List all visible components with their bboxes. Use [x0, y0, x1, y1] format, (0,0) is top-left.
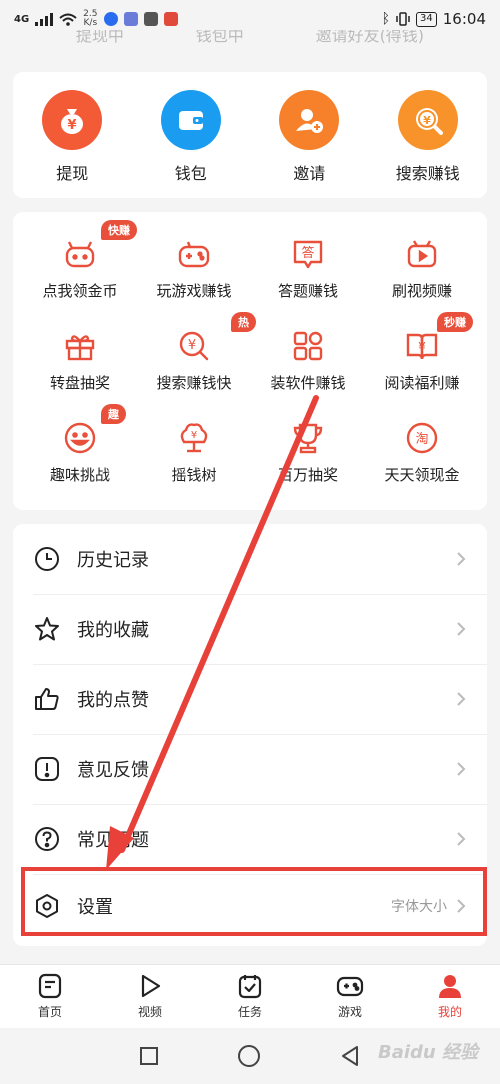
svg-text:¥: ¥	[188, 338, 196, 353]
wallet-icon	[160, 90, 221, 150]
svg-text:答: 答	[301, 245, 314, 261]
grid-item-reading-rewards[interactable]: ¥ 阅读福利赚 秒赚	[363, 304, 481, 392]
bottom-navigation: 首页 视频 任务 游戏 我的	[0, 964, 500, 1028]
app-notification-icon	[143, 12, 158, 26]
money-tree-icon: ¥	[176, 420, 212, 456]
feedback-icon	[33, 755, 61, 783]
video-icon	[404, 236, 440, 272]
watermark: Baidu 经验	[377, 1042, 478, 1063]
thumbs-up-icon	[33, 685, 61, 713]
gift-icon	[62, 328, 98, 364]
vibrate-icon	[396, 12, 410, 26]
trophy-icon	[290, 420, 326, 456]
app-notification-icon	[123, 12, 138, 26]
grid-item-quiz[interactable]: 答 答题赚钱	[249, 212, 367, 300]
svg-text:¥: ¥	[418, 340, 426, 354]
clock-icon	[33, 545, 61, 573]
user-icon	[439, 975, 461, 998]
quick-action-withdraw[interactable]: ¥ 提现	[17, 90, 127, 198]
badge-fun: 趣	[101, 404, 126, 424]
home-doc-icon	[38, 973, 62, 999]
grid-item-search-earn-fast[interactable]: ¥ 搜索赚钱快 热	[135, 304, 256, 392]
grid-item-watch-videos[interactable]: 刷视频赚	[363, 212, 481, 300]
gamepad-icon	[176, 236, 212, 272]
quick-actions-card: ¥ 提现 钱包 邀请 ¥ 搜索赚钱	[13, 72, 487, 198]
badge-instant-earn: 秒赚	[437, 312, 473, 332]
wifi-icon	[59, 13, 77, 26]
annotation-highlight-box	[21, 867, 487, 936]
menu-item-favorites[interactable]: 我的收藏	[13, 594, 487, 664]
svg-text:淘: 淘	[415, 432, 428, 447]
chevron-right-icon	[457, 692, 466, 706]
star-icon	[33, 615, 61, 643]
chevron-right-icon	[457, 552, 466, 566]
signal-indicator: 4G	[14, 13, 30, 25]
home-circle-icon[interactable]	[237, 1044, 261, 1068]
chevron-right-icon	[457, 762, 466, 776]
taobao-icon: 淘	[404, 420, 440, 456]
network-speed: 2.5 K/s	[83, 9, 98, 28]
back-triangle-icon[interactable]	[339, 1045, 361, 1067]
badge-quick-earn: 快赚	[101, 220, 137, 240]
svg-text:¥: ¥	[423, 114, 431, 127]
app-notification-icon	[163, 12, 178, 26]
nav-tasks[interactable]: 任务	[200, 965, 300, 1028]
earn-tasks-grid: 点我领金币 快赚 玩游戏赚钱 答 答题赚钱 刷视频赚 转盘抽奖 ¥ 搜索赚钱快 …	[13, 212, 487, 510]
nav-home[interactable]: 首页	[0, 965, 100, 1028]
cellular-signal-icon	[35, 12, 54, 26]
nav-games[interactable]: 游戏	[300, 965, 400, 1028]
quick-action-search-earn[interactable]: ¥ 搜索赚钱	[373, 90, 483, 198]
svg-text:¥: ¥	[68, 118, 77, 133]
chevron-right-icon	[457, 622, 466, 636]
book-coin-icon: ¥	[404, 328, 440, 364]
grid-item-lucky-wheel[interactable]: 转盘抽奖	[21, 304, 139, 392]
bluetooth-icon: ᛒ	[381, 11, 391, 27]
invite-user-icon	[279, 90, 340, 150]
grid-item-money-tree[interactable]: ¥ 摇钱树	[135, 396, 253, 484]
robot-icon	[62, 236, 98, 272]
gamepad-icon	[336, 976, 364, 997]
search-coin-icon: ¥	[397, 90, 458, 150]
menu-item-faq[interactable]: 常见问题	[13, 804, 487, 874]
smile-icon	[62, 420, 98, 456]
menu-item-likes[interactable]: 我的点赞	[13, 664, 487, 734]
grid-item-play-games[interactable]: 玩游戏赚钱	[135, 212, 253, 300]
svg-text:¥: ¥	[191, 430, 197, 441]
grid-item-fun-challenge[interactable]: 趣味挑战 趣	[21, 396, 139, 484]
question-icon	[33, 825, 61, 853]
quiz-icon: 答	[290, 236, 326, 272]
chevron-right-icon	[457, 832, 466, 846]
battery-icon: 34	[416, 11, 437, 27]
search-coin-icon: ¥	[176, 328, 212, 364]
menu-item-feedback[interactable]: 意见反馈	[13, 734, 487, 804]
money-bag-icon: ¥	[42, 90, 103, 150]
grid-item-claim-coins[interactable]: 点我领金币 快赚	[21, 212, 139, 300]
quick-action-invite[interactable]: 邀请	[254, 90, 364, 198]
grid-item-install-apps[interactable]: 装软件赚钱	[249, 304, 367, 392]
grid-item-daily-cash[interactable]: 淘 天天领现金	[363, 396, 481, 484]
apps-icon	[290, 328, 326, 364]
play-icon	[141, 974, 161, 998]
quick-action-wallet[interactable]: 钱包	[136, 90, 246, 198]
task-calendar-icon	[238, 975, 262, 999]
menu-item-history[interactable]: 历史记录	[13, 524, 487, 594]
nav-profile[interactable]: 我的	[400, 965, 500, 1028]
grid-item-million-lottery[interactable]: 百万抽奖	[249, 396, 367, 484]
clock-time: 16:04	[442, 10, 486, 28]
nav-video[interactable]: 视频	[100, 965, 200, 1028]
recents-square-icon[interactable]	[139, 1046, 159, 1066]
app-notification-icon	[103, 12, 118, 26]
